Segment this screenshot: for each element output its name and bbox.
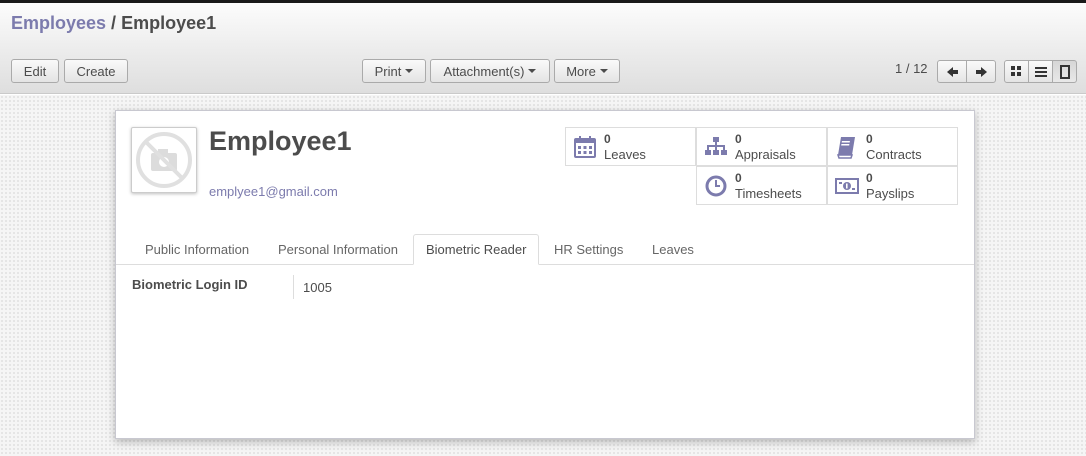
list-view-button[interactable] (1028, 60, 1053, 83)
more-button[interactable]: More (554, 59, 620, 83)
appraisals-count: 0 (735, 132, 742, 146)
contracts-label: Contracts (866, 147, 922, 162)
appraisals-stat-button[interactable]: 0 Appraisals (696, 127, 827, 166)
list-view-icon (1034, 66, 1047, 77)
more-button-label: More (566, 63, 596, 79)
leaves-label: Leaves (604, 147, 646, 162)
book-icon (836, 137, 855, 159)
employee-email[interactable]: emplyee1@gmail.com (209, 184, 338, 199)
timesheets-count: 0 (735, 171, 742, 185)
form-view-icon (1059, 64, 1070, 79)
print-button[interactable]: Print (362, 59, 426, 83)
pager-value[interactable]: 1 / 12 (895, 61, 928, 76)
biometric-login-id-value: 1005 (303, 280, 332, 295)
form-view-button[interactable] (1052, 60, 1077, 83)
create-button[interactable]: Create (64, 59, 128, 83)
caret-down-icon (405, 69, 414, 73)
pager-next-button[interactable] (966, 60, 996, 83)
pager-previous-button[interactable] (937, 60, 967, 83)
attachments-button[interactable]: Attachment(s) (430, 59, 550, 83)
caret-down-icon (599, 69, 608, 73)
biometric-login-id-label: Biometric Login ID (132, 277, 248, 292)
appraisals-label: Appraisals (735, 147, 796, 162)
breadcrumb-employees-link[interactable]: Employees (11, 13, 106, 33)
leaves-stat-button[interactable]: 0 Leaves (565, 127, 696, 166)
tab-hr-settings[interactable]: HR Settings (542, 234, 635, 265)
no-photo-icon (136, 132, 192, 188)
tab-leaves[interactable]: Leaves (640, 234, 706, 265)
tab-public-information[interactable]: Public Information (133, 234, 261, 265)
arrow-right-icon (975, 66, 987, 77)
breadcrumb: Employees / Employee1 (11, 13, 216, 34)
kanban-view-button[interactable] (1004, 60, 1029, 83)
field-separator (293, 275, 294, 299)
payslips-stat-button[interactable]: 0 Payslips (827, 166, 958, 205)
payslips-count: 0 (866, 171, 873, 185)
money-icon (835, 178, 859, 194)
employee-photo[interactable] (131, 127, 197, 193)
tab-biometric-reader[interactable]: Biometric Reader (413, 234, 540, 265)
timesheets-label: Timesheets (735, 186, 802, 201)
sitemap-icon (705, 137, 727, 155)
timesheets-stat-button[interactable]: 0 Timesheets (696, 166, 827, 205)
contracts-stat-button[interactable]: 0 Contracts (827, 127, 958, 166)
calendar-icon (574, 136, 596, 158)
caret-down-icon (528, 69, 537, 73)
breadcrumb-current: Employee1 (121, 13, 217, 33)
arrow-left-icon (946, 66, 958, 77)
edit-button[interactable]: Edit (11, 59, 59, 83)
employee-name: Employee1 (209, 126, 352, 156)
tab-personal-information[interactable]: Personal Information (266, 234, 410, 265)
payslips-label: Payslips (866, 186, 915, 201)
clock-icon (705, 175, 727, 197)
breadcrumb-separator: / (111, 13, 117, 33)
leaves-count: 0 (604, 132, 611, 146)
kanban-view-icon (1011, 66, 1021, 76)
contracts-count: 0 (866, 132, 873, 146)
attachments-button-label: Attachment(s) (443, 63, 525, 79)
print-button-label: Print (374, 63, 402, 79)
